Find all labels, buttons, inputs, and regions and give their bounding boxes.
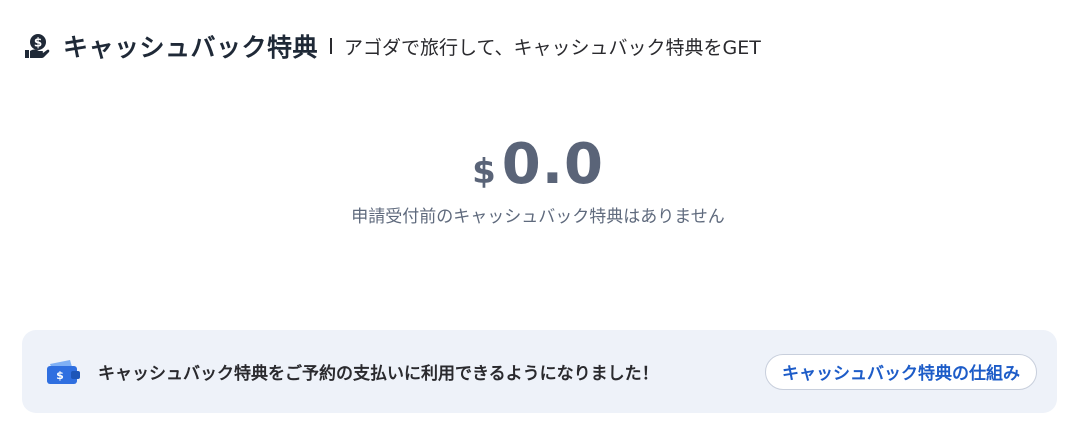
svg-text:$: $ [34,36,42,50]
wallet-dollar-icon: $ [44,357,82,387]
balance-amount-row: $ 0.0 [0,133,1076,193]
how-cashback-works-button[interactable]: キャッシュバック特典の仕組み [765,353,1037,390]
cashback-info-banner: $ キャッシュバック特典をご予約の支払いに利用できるようになりました！ キャッシ… [22,330,1057,413]
currency-symbol: $ [472,152,496,192]
title-separator [330,38,333,54]
cashback-balance: $ 0.0 申請受付前のキャッシュバック特典はありません [0,133,1076,228]
svg-text:$: $ [56,369,64,382]
balance-amount: 0.0 [501,132,604,197]
balance-caption: 申請受付前のキャッシュバック特典はありません [351,207,725,227]
hand-dollar-coin-icon: $ [24,33,50,59]
banner-message: キャッシュバック特典をご予約の支払いに利用できるようになりました！ [98,364,659,384]
cashback-page: $ キャッシュバック特典 アゴダで旅行して、キャッシュバック特典をGET $ 0… [0,0,1076,433]
cashback-header: $ キャッシュバック特典 アゴダで旅行して、キャッシュバック特典をGET [24,28,761,64]
page-subtitle: アゴダで旅行して、キャッシュバック特典をGET [344,36,761,59]
page-title: キャッシュバック特典 [63,33,319,62]
